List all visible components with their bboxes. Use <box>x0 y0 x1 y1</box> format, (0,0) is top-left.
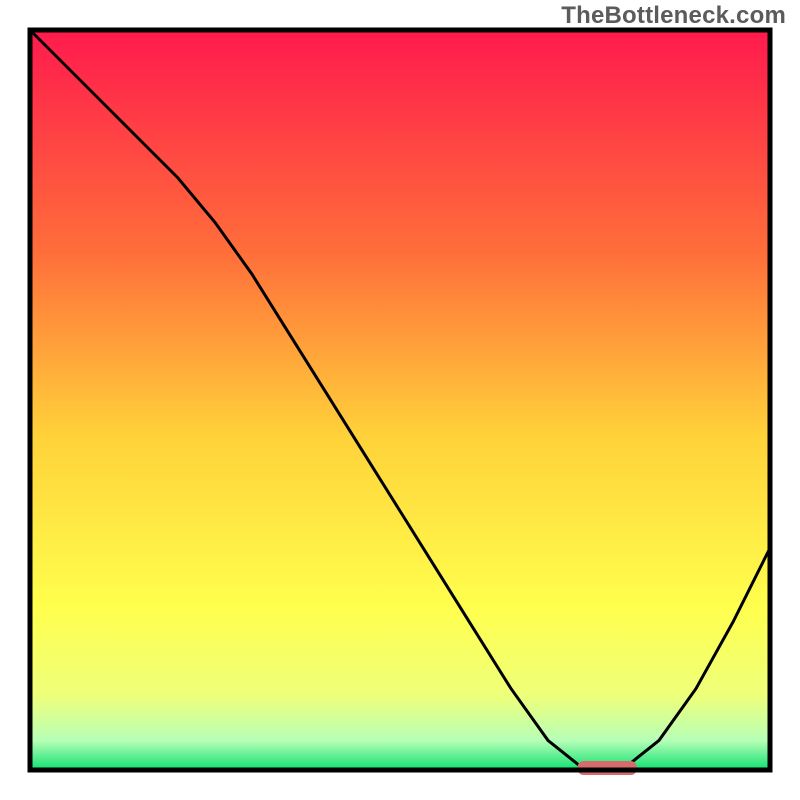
chart-container: TheBottleneck.com <box>0 0 800 800</box>
plot-area <box>30 30 770 775</box>
bottleneck-chart <box>0 0 800 800</box>
watermark-text: TheBottleneck.com <box>561 2 786 30</box>
